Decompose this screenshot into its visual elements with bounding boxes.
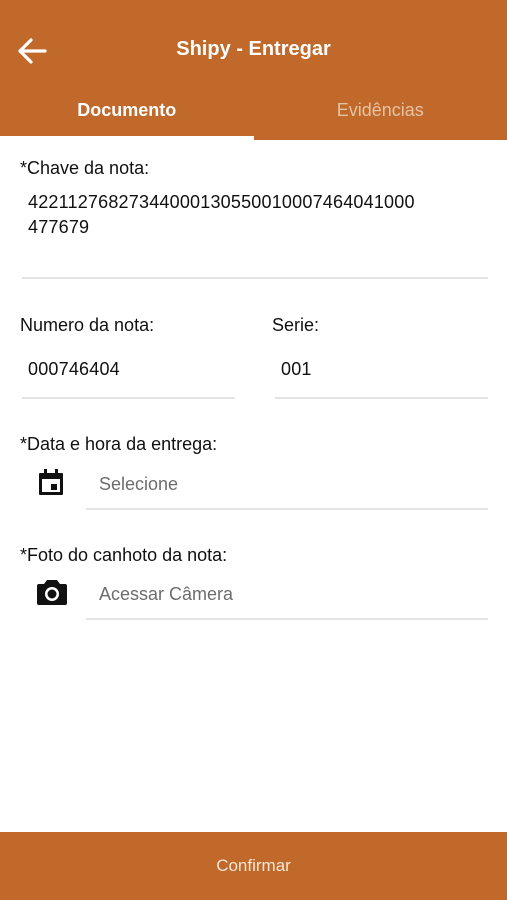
numero-underline [22,397,235,399]
tab-documento[interactable]: Documento [0,82,254,140]
confirm-button[interactable]: Confirmar [0,832,507,900]
foto-label: *Foto do canhoto da nota: [20,545,228,565]
chave-value-line2[interactable]: 477679 [28,214,89,241]
serie-input[interactable]: 001 [281,356,312,383]
numero-label: Numero da nota: [20,315,155,335]
chave-value-line1[interactable]: 42211276827344000130550010007464041000 [28,189,415,216]
chave-label: *Chave da nota: [20,158,150,178]
foto-underline [86,618,488,620]
serie-label: Serie: [272,315,320,335]
data-hora-input[interactable]: Selecione [99,474,178,495]
delivery-screen: Shipy - Entregar Documento Evidências *C… [0,0,507,900]
page-title: Shipy - Entregar [176,38,331,60]
calendar-icon[interactable] [36,467,66,497]
numero-input[interactable]: 000746404 [28,356,120,383]
tab-bar: Documento Evidências [0,82,507,140]
app-bar: Shipy - Entregar Documento Evidências [0,0,507,140]
camera-icon[interactable] [36,577,68,607]
foto-input[interactable]: Acessar Câmera [99,584,233,605]
data-hora-underline [86,508,488,510]
tab-evidencias[interactable]: Evidências [254,82,507,140]
data-hora-label: *Data e hora da entrega: [20,434,218,454]
active-tab-indicator [0,136,254,140]
serie-underline [275,397,488,399]
chave-underline [22,277,488,279]
